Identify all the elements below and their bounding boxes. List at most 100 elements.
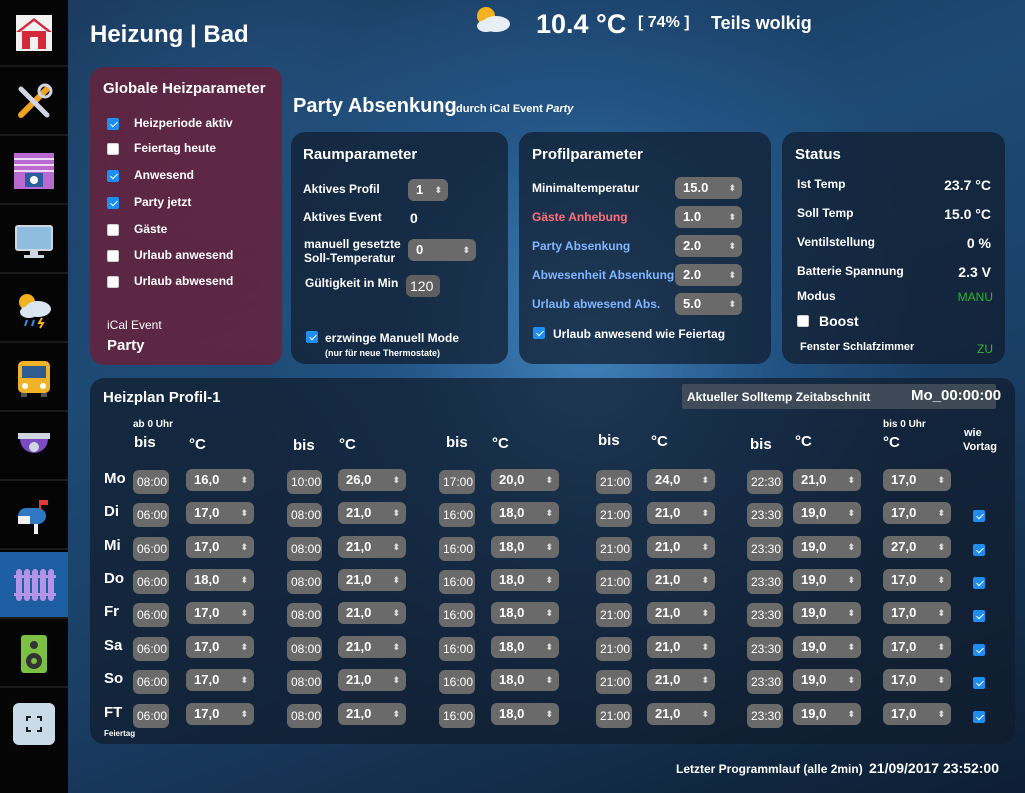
schedule-temp-select[interactable]: 21,0 <box>338 636 406 658</box>
global-checkbox[interactable] <box>107 118 119 130</box>
schedule-temp-select[interactable]: 21,0 <box>338 502 406 524</box>
nav-weather[interactable] <box>0 276 68 343</box>
schedule-time-input[interactable]: 06:00 <box>133 603 169 627</box>
schedule-temp-select[interactable]: 21,0 <box>647 669 715 691</box>
schedule-temp-select[interactable]: 21,0 <box>793 469 861 491</box>
schedule-temp-select[interactable]: 18,0 <box>186 569 254 591</box>
schedule-temp-select[interactable]: 19,0 <box>793 569 861 591</box>
profile-param-select[interactable]: 2.0 <box>675 235 742 257</box>
schedule-temp-select[interactable]: 19,0 <box>793 669 861 691</box>
schedule-time-input[interactable]: 06:00 <box>133 670 169 694</box>
force-manual-checkbox[interactable] <box>306 331 318 343</box>
schedule-temp-select[interactable]: 21,0 <box>338 602 406 624</box>
schedule-temp-select[interactable]: 17,0 <box>883 469 951 491</box>
active-profile-select[interactable]: 1 <box>408 179 448 201</box>
schedule-temp-select[interactable]: 17,0 <box>186 602 254 624</box>
schedule-time-input[interactable]: 22:30 <box>747 470 783 494</box>
schedule-temp-select[interactable]: 21,0 <box>338 669 406 691</box>
schedule-time-input[interactable]: 21:00 <box>596 503 632 527</box>
same-as-yesterday-checkbox[interactable] <box>973 577 985 589</box>
schedule-temp-select[interactable]: 19,0 <box>793 703 861 725</box>
same-as-yesterday-checkbox[interactable] <box>973 677 985 689</box>
nav-bus[interactable] <box>0 345 68 412</box>
schedule-time-input[interactable]: 06:00 <box>133 704 169 728</box>
schedule-temp-select[interactable]: 21,0 <box>647 502 715 524</box>
schedule-time-input[interactable]: 21:00 <box>596 704 632 728</box>
schedule-time-input[interactable]: 21:00 <box>596 603 632 627</box>
schedule-time-input[interactable]: 21:00 <box>596 537 632 561</box>
vacation-holiday-checkbox[interactable] <box>533 327 545 339</box>
schedule-temp-select[interactable]: 19,0 <box>793 636 861 658</box>
schedule-temp-select[interactable]: 24,0 <box>647 469 715 491</box>
schedule-temp-select[interactable]: 19,0 <box>793 502 861 524</box>
profile-param-select[interactable]: 15.0 <box>675 177 742 199</box>
schedule-time-input[interactable]: 16:00 <box>439 537 475 561</box>
schedule-time-input[interactable]: 21:00 <box>596 470 632 494</box>
schedule-time-input[interactable]: 16:00 <box>439 603 475 627</box>
nav-speaker[interactable] <box>0 621 68 688</box>
nav-fullscreen[interactable] <box>0 690 68 757</box>
schedule-temp-select[interactable]: 18,0 <box>491 536 559 558</box>
global-checkbox[interactable] <box>107 170 119 182</box>
schedule-temp-select[interactable]: 17,0 <box>186 636 254 658</box>
schedule-temp-select[interactable]: 18,0 <box>491 502 559 524</box>
schedule-time-input[interactable]: 16:00 <box>439 570 475 594</box>
manual-temp-select[interactable]: 0 <box>408 239 476 261</box>
nav-heating[interactable] <box>0 552 68 619</box>
schedule-temp-select[interactable]: 17,0 <box>883 703 951 725</box>
same-as-yesterday-checkbox[interactable] <box>973 544 985 556</box>
schedule-time-input[interactable]: 21:00 <box>596 570 632 594</box>
nav-blinds[interactable] <box>0 138 68 205</box>
schedule-temp-select[interactable]: 21,0 <box>338 569 406 591</box>
schedule-time-input[interactable]: 23:30 <box>747 637 783 661</box>
schedule-temp-select[interactable]: 18,0 <box>491 602 559 624</box>
schedule-time-input[interactable]: 16:00 <box>439 670 475 694</box>
global-checkbox[interactable] <box>107 276 119 288</box>
schedule-temp-select[interactable]: 18,0 <box>491 569 559 591</box>
schedule-time-input[interactable]: 21:00 <box>596 637 632 661</box>
schedule-time-input[interactable]: 08:00 <box>287 537 322 561</box>
schedule-temp-select[interactable]: 21,0 <box>338 536 406 558</box>
schedule-temp-select[interactable]: 21,0 <box>338 703 406 725</box>
schedule-time-input[interactable]: 08:00 <box>287 670 322 694</box>
schedule-temp-select[interactable]: 21,0 <box>647 536 715 558</box>
schedule-temp-select[interactable]: 18,0 <box>491 703 559 725</box>
same-as-yesterday-checkbox[interactable] <box>973 510 985 522</box>
global-checkbox[interactable] <box>107 197 119 209</box>
schedule-time-input[interactable]: 23:30 <box>747 570 783 594</box>
schedule-time-input[interactable]: 06:00 <box>133 537 169 561</box>
schedule-temp-select[interactable]: 21,0 <box>647 569 715 591</box>
schedule-time-input[interactable]: 23:30 <box>747 670 783 694</box>
schedule-temp-select[interactable]: 27,0 <box>883 536 951 558</box>
profile-param-select[interactable]: 2.0 <box>675 264 742 286</box>
schedule-time-input[interactable]: 08:00 <box>287 637 322 661</box>
schedule-temp-select[interactable]: 18,0 <box>491 636 559 658</box>
same-as-yesterday-checkbox[interactable] <box>973 644 985 656</box>
schedule-temp-select[interactable]: 20,0 <box>491 469 559 491</box>
validity-input[interactable]: 120 <box>406 275 440 297</box>
same-as-yesterday-checkbox[interactable] <box>973 610 985 622</box>
schedule-time-input[interactable]: 16:00 <box>439 704 475 728</box>
profile-param-select[interactable]: 1.0 <box>675 206 742 228</box>
schedule-temp-select[interactable]: 17,0 <box>883 636 951 658</box>
schedule-temp-select[interactable]: 21,0 <box>647 636 715 658</box>
boost-checkbox[interactable] <box>797 315 809 327</box>
schedule-time-input[interactable]: 06:00 <box>133 570 169 594</box>
schedule-time-input[interactable]: 06:00 <box>133 637 169 661</box>
nav-tools[interactable] <box>0 69 68 136</box>
schedule-temp-select[interactable]: 17,0 <box>186 669 254 691</box>
schedule-time-input[interactable]: 08:00 <box>133 470 169 494</box>
profile-param-select[interactable]: 5.0 <box>675 293 742 315</box>
schedule-temp-select[interactable]: 17,0 <box>186 536 254 558</box>
schedule-time-input[interactable]: 08:00 <box>287 704 322 728</box>
schedule-temp-select[interactable]: 18,0 <box>491 669 559 691</box>
global-checkbox[interactable] <box>107 143 119 155</box>
schedule-temp-select[interactable]: 17,0 <box>883 669 951 691</box>
same-as-yesterday-checkbox[interactable] <box>973 711 985 723</box>
schedule-temp-select[interactable]: 17,0 <box>883 569 951 591</box>
nav-monitor[interactable] <box>0 207 68 274</box>
schedule-temp-select[interactable]: 21,0 <box>647 703 715 725</box>
schedule-time-input[interactable]: 23:30 <box>747 537 783 561</box>
nav-camera[interactable] <box>0 414 68 481</box>
schedule-time-input[interactable]: 08:00 <box>287 503 322 527</box>
